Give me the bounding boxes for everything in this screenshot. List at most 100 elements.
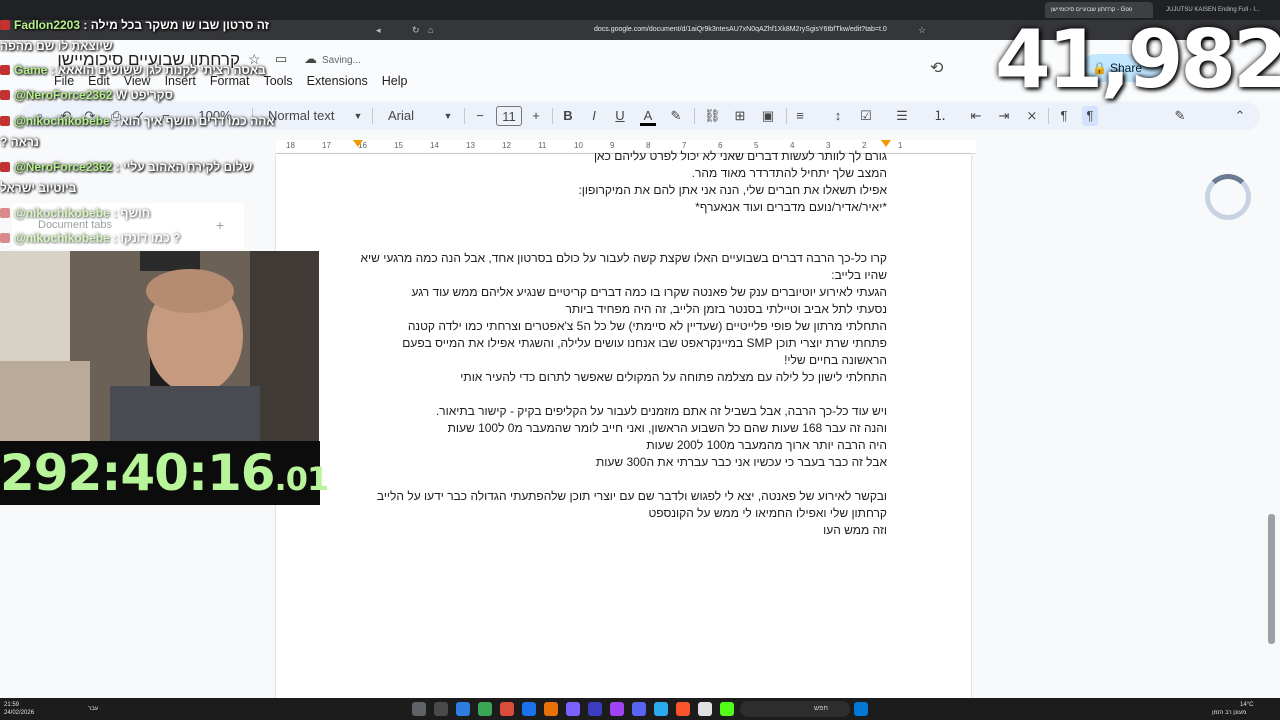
increase-font-size-button[interactable]: + bbox=[528, 106, 544, 126]
doc-line: אבל זה כבר בעבר כי עכשיו אני כבר עברתי א… bbox=[595, 455, 887, 469]
doc-line: היה הרבה יותר ארוך מהמעבר מ100 ל200 שעות bbox=[646, 438, 887, 452]
back-icon[interactable]: ◂ bbox=[376, 24, 381, 36]
divider bbox=[694, 108, 695, 124]
add-tab-icon[interactable]: + bbox=[216, 217, 224, 233]
chat-text: ביוטיוב ישראל bbox=[0, 181, 77, 195]
bold-button[interactable]: B bbox=[560, 106, 576, 126]
chat-username: Game bbox=[14, 63, 48, 77]
kick-badge-icon bbox=[0, 90, 10, 100]
decrease-font-size-button[interactable]: − bbox=[472, 106, 488, 126]
kick-badge-icon bbox=[0, 208, 10, 218]
doc-line: גורם לך לוותר לעשות דברים שאני לא יכול ל… bbox=[593, 149, 887, 163]
home-icon[interactable]: ⌂ bbox=[428, 24, 433, 36]
app-icon[interactable] bbox=[698, 702, 712, 716]
app-icon[interactable] bbox=[566, 702, 580, 716]
telegram-icon[interactable] bbox=[654, 702, 668, 716]
search-label: חפש bbox=[814, 705, 828, 712]
kick-icon[interactable] bbox=[720, 702, 734, 716]
vertical-scrollbar[interactable] bbox=[1268, 514, 1275, 644]
kick-badge-icon bbox=[0, 65, 10, 75]
align-icon[interactable]: ≡ bbox=[792, 106, 808, 126]
font-select[interactable]: Arial bbox=[388, 106, 434, 126]
chevron-down-icon[interactable]: ▼ bbox=[352, 106, 364, 126]
chat-text: W סקריפט bbox=[115, 88, 174, 102]
insert-image-icon[interactable]: ▣ bbox=[760, 106, 776, 126]
history-icon[interactable]: ⟲ bbox=[930, 58, 943, 78]
divider bbox=[786, 108, 787, 124]
chat-message: @nikochikobebe : כמו דונקו ? bbox=[0, 229, 180, 247]
chat-text: : אהה כמו דרים חושף איך הוא bbox=[113, 114, 275, 128]
weather-desc: מעונן רב הזמן bbox=[1212, 710, 1247, 716]
font-size-input[interactable]: 11 bbox=[496, 106, 522, 126]
decrease-indent-icon[interactable]: ⇤ bbox=[968, 106, 984, 126]
doc-line: והנה זה עבר 168 שעות שהם כל השבוע הראשון… bbox=[447, 421, 887, 435]
bookmark-icon[interactable]: ☆ bbox=[918, 24, 926, 36]
app-icon[interactable] bbox=[610, 702, 624, 716]
chat-text: שיוצאת לו שם מהפה bbox=[0, 39, 113, 53]
edge-icon[interactable] bbox=[456, 702, 470, 716]
chat-username: @nikochikobebe bbox=[14, 206, 110, 220]
taskbar-search[interactable]: חפש bbox=[740, 701, 850, 717]
doc-line: ויש עוד כל-כך הרבה, אבל בשביל זה אתם מוז… bbox=[435, 404, 887, 418]
doc-line: פתחתי שרת יוצרי תוכן SMP במיינקראפט שבו … bbox=[402, 336, 887, 350]
app-icon[interactable] bbox=[478, 702, 492, 716]
app-icon[interactable] bbox=[522, 702, 536, 716]
divider bbox=[464, 108, 465, 124]
taskbar: 21:59 24/02/2026 עבר חפש 14°C מעונן רב ה… bbox=[0, 698, 1280, 720]
insert-comment-icon[interactable]: ⊞ bbox=[732, 106, 748, 126]
divider bbox=[372, 108, 373, 124]
ruler-number: 1 bbox=[898, 141, 903, 150]
doc-line: וזה ממש העו bbox=[823, 523, 887, 537]
right-indent-marker[interactable] bbox=[881, 140, 891, 147]
timer-main: 292:40:16 bbox=[0, 444, 276, 502]
app-icon[interactable] bbox=[632, 702, 646, 716]
chat-username: @NeroForce2362 bbox=[14, 160, 113, 174]
chat-username: @NeroForce2362 bbox=[14, 88, 113, 102]
app-icon[interactable] bbox=[588, 702, 602, 716]
url-field[interactable]: docs.google.com/document/d/1aiQr9k3ntesA… bbox=[594, 24, 894, 36]
chat-text: : כמו דונקו ? bbox=[113, 231, 181, 245]
doc-line: קרו כל-כך הרבה דברים בשבועיים האלו שקצת … bbox=[360, 251, 888, 265]
weather-temp: 14°C bbox=[1240, 702, 1254, 708]
checklist-icon[interactable]: ☑ bbox=[858, 106, 874, 126]
webcam-image bbox=[0, 251, 319, 441]
task-view-icon[interactable] bbox=[434, 702, 448, 716]
underline-button[interactable]: U bbox=[612, 106, 628, 126]
document-page[interactable]: גורם לך לוותר לעשות דברים שאני לא יכול ל… bbox=[276, 149, 971, 698]
doc-line: הראשונה בחיים שלי! bbox=[784, 353, 887, 367]
italic-button[interactable]: I bbox=[586, 106, 602, 126]
bulleted-list-icon[interactable]: ☰ bbox=[894, 106, 910, 126]
insert-link-icon[interactable]: ⛓ bbox=[704, 106, 721, 126]
line-spacing-icon[interactable]: ↕ bbox=[830, 106, 846, 126]
chat-message: Fadlon2203 : זה סרטון שבו שו משקר בכל מי… bbox=[0, 16, 269, 34]
app-icon[interactable] bbox=[544, 702, 558, 716]
chevron-down-icon[interactable]: ▼ bbox=[442, 106, 454, 126]
chat-message: שיוצאת לו שם מהפה bbox=[0, 37, 113, 55]
chat-text: ? נראה bbox=[0, 135, 40, 149]
chat-message: ביוטיוב ישראל bbox=[0, 179, 76, 197]
menu-help[interactable]: Help bbox=[382, 72, 408, 90]
doc-line: אפילו תשאלו את חברים שלי, הנה אני אתן לה… bbox=[578, 183, 887, 197]
chat-text: : זה סרטון שבו שו משקר בכל מילה bbox=[83, 18, 270, 32]
windows-start-icon[interactable] bbox=[854, 702, 868, 716]
chat-message: Game : באסה רציתי לקנות לגן ששושים הואאא bbox=[0, 61, 266, 79]
kick-badge-icon bbox=[0, 116, 10, 126]
input-language[interactable]: עבר bbox=[88, 705, 98, 713]
numbered-list-icon[interactable]: ⒈ bbox=[932, 106, 948, 126]
reload-icon[interactable]: ↻ bbox=[412, 24, 420, 36]
chat-username: @nikochikobebe bbox=[14, 114, 110, 128]
highlight-icon[interactable]: ✎ bbox=[668, 106, 684, 126]
doc-line: שהיו בלייב: bbox=[831, 268, 887, 282]
kick-badge-icon bbox=[0, 233, 10, 243]
app-icon[interactable] bbox=[500, 702, 514, 716]
chat-username: @nikochikobebe bbox=[14, 231, 110, 245]
stream-counter: 41,982 bbox=[995, 13, 1280, 106]
left-indent-marker[interactable] bbox=[353, 140, 363, 147]
text-color-button[interactable]: A bbox=[640, 106, 656, 126]
webcam-feed bbox=[0, 251, 319, 441]
copilot-icon[interactable] bbox=[412, 702, 426, 716]
stream-timer: 292:40:16.01 bbox=[0, 441, 329, 505]
chat-text: : שלום לקירח האהוב עליי bbox=[115, 160, 253, 174]
brave-icon[interactable] bbox=[676, 702, 690, 716]
doc-line: התחלתי לישון כל לילה עם מצלמה פתוחה על ה… bbox=[460, 370, 887, 384]
